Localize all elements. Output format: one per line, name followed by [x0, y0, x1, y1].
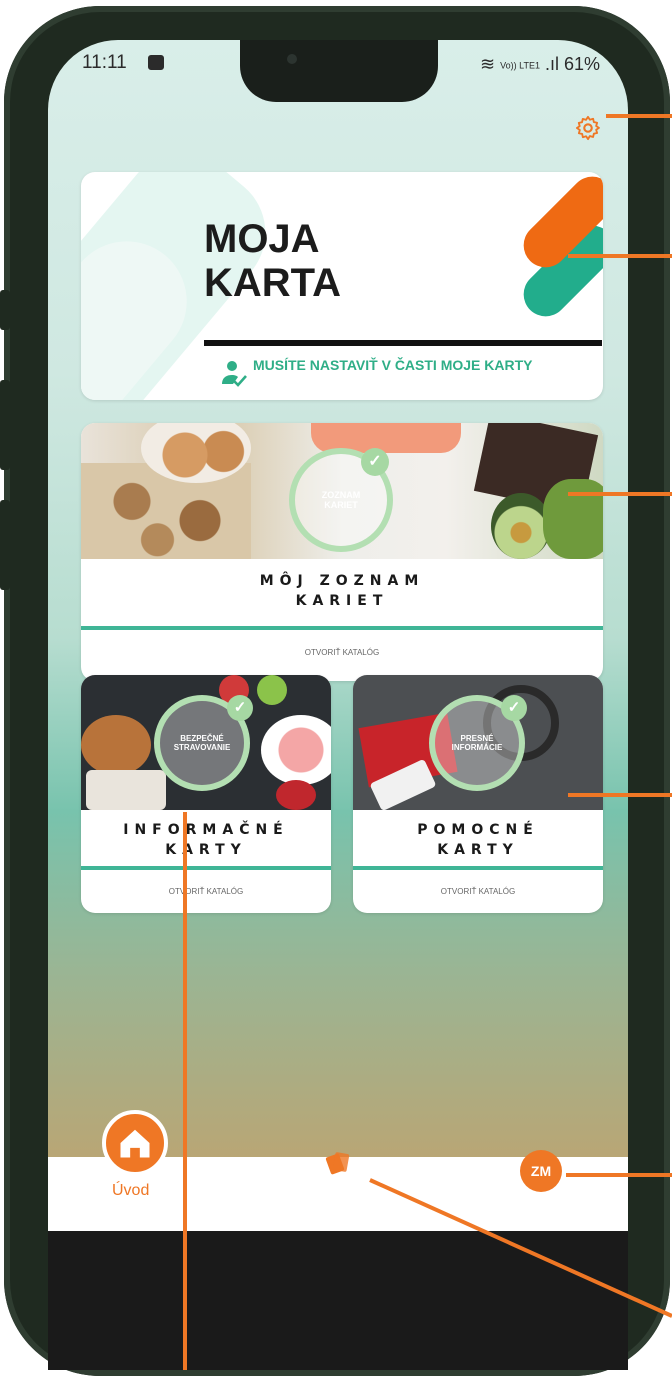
- home-label[interactable]: Úvod: [112, 1182, 149, 1200]
- accent-bar: [81, 866, 331, 870]
- gear-icon[interactable]: [574, 114, 602, 142]
- side-button: [0, 500, 10, 590]
- zoznam-title: MÔJ ZOZNAM KARIET: [259, 573, 425, 609]
- battery-label: 61%: [564, 54, 601, 74]
- open-catalog-link[interactable]: OTVORIŤ KATALÓG: [81, 887, 331, 896]
- divider: [204, 340, 602, 346]
- open-catalog-link[interactable]: OTVORIŤ KATALÓG: [353, 887, 603, 896]
- profile-avatar[interactable]: ZM: [520, 1150, 562, 1192]
- moja-karta-title: MOJA KARTA: [204, 217, 342, 305]
- signal-icon: .ıl: [544, 54, 559, 74]
- status-indicators: ≋ Vo)) LTE1 .ıl 61%: [480, 54, 600, 75]
- carrier-label: Vo)) LTE1: [500, 60, 540, 71]
- home-button[interactable]: [102, 1110, 168, 1176]
- informacne-title: INFORMAČNÉ KARTY: [123, 822, 289, 858]
- moja-karta-card[interactable]: MOJA KARTA MUSÍTE NASTAVIŤ V ČASTI MOJE …: [81, 172, 603, 400]
- user-check-icon: [222, 361, 247, 387]
- wifi-icon: ≋: [480, 54, 496, 74]
- app-screen: 11:11 ≋ Vo)) LTE1 .ıl 61% MOJA KARTA MUS…: [48, 40, 628, 1370]
- status-time: 11:11: [82, 52, 127, 73]
- informacne-karty-card[interactable]: BEZPEČNÉ STRAVOVANIE ✓ INFORMAČNÉ KARTY OT…: [81, 675, 331, 913]
- check-icon: ✓: [227, 695, 253, 721]
- check-icon: ✓: [361, 448, 389, 476]
- pomocne-title: POMOCNÉ KARTY: [417, 822, 539, 858]
- bottom-navigation: Úvod ZM: [48, 1110, 628, 1231]
- screen-bottom: [48, 1231, 628, 1370]
- accent-bar: [353, 866, 603, 870]
- image-icon: [148, 55, 164, 70]
- accent-bar: [81, 626, 603, 630]
- side-button: [0, 380, 10, 470]
- side-button: [0, 290, 10, 330]
- check-icon: ✓: [501, 695, 527, 721]
- zoznam-kariet-card[interactable]: ZOZNAM KARIET ✓ MÔJ ZOZNAM KARIET OTVORIŤ …: [81, 423, 603, 681]
- open-catalog-link[interactable]: OTVORIŤ KATALÓG: [81, 648, 603, 657]
- cards-icon[interactable]: [322, 1147, 354, 1179]
- camera-notch: [240, 40, 438, 102]
- home-icon: [120, 1129, 150, 1158]
- pomocne-karty-card[interactable]: PRESNÉ INFORMÁCIE ✓ POMOCNÉ KARTY OTVORIŤ …: [353, 675, 603, 913]
- setup-note: MUSÍTE NASTAVIŤ V ČASTI MOJE KARTY: [253, 357, 533, 373]
